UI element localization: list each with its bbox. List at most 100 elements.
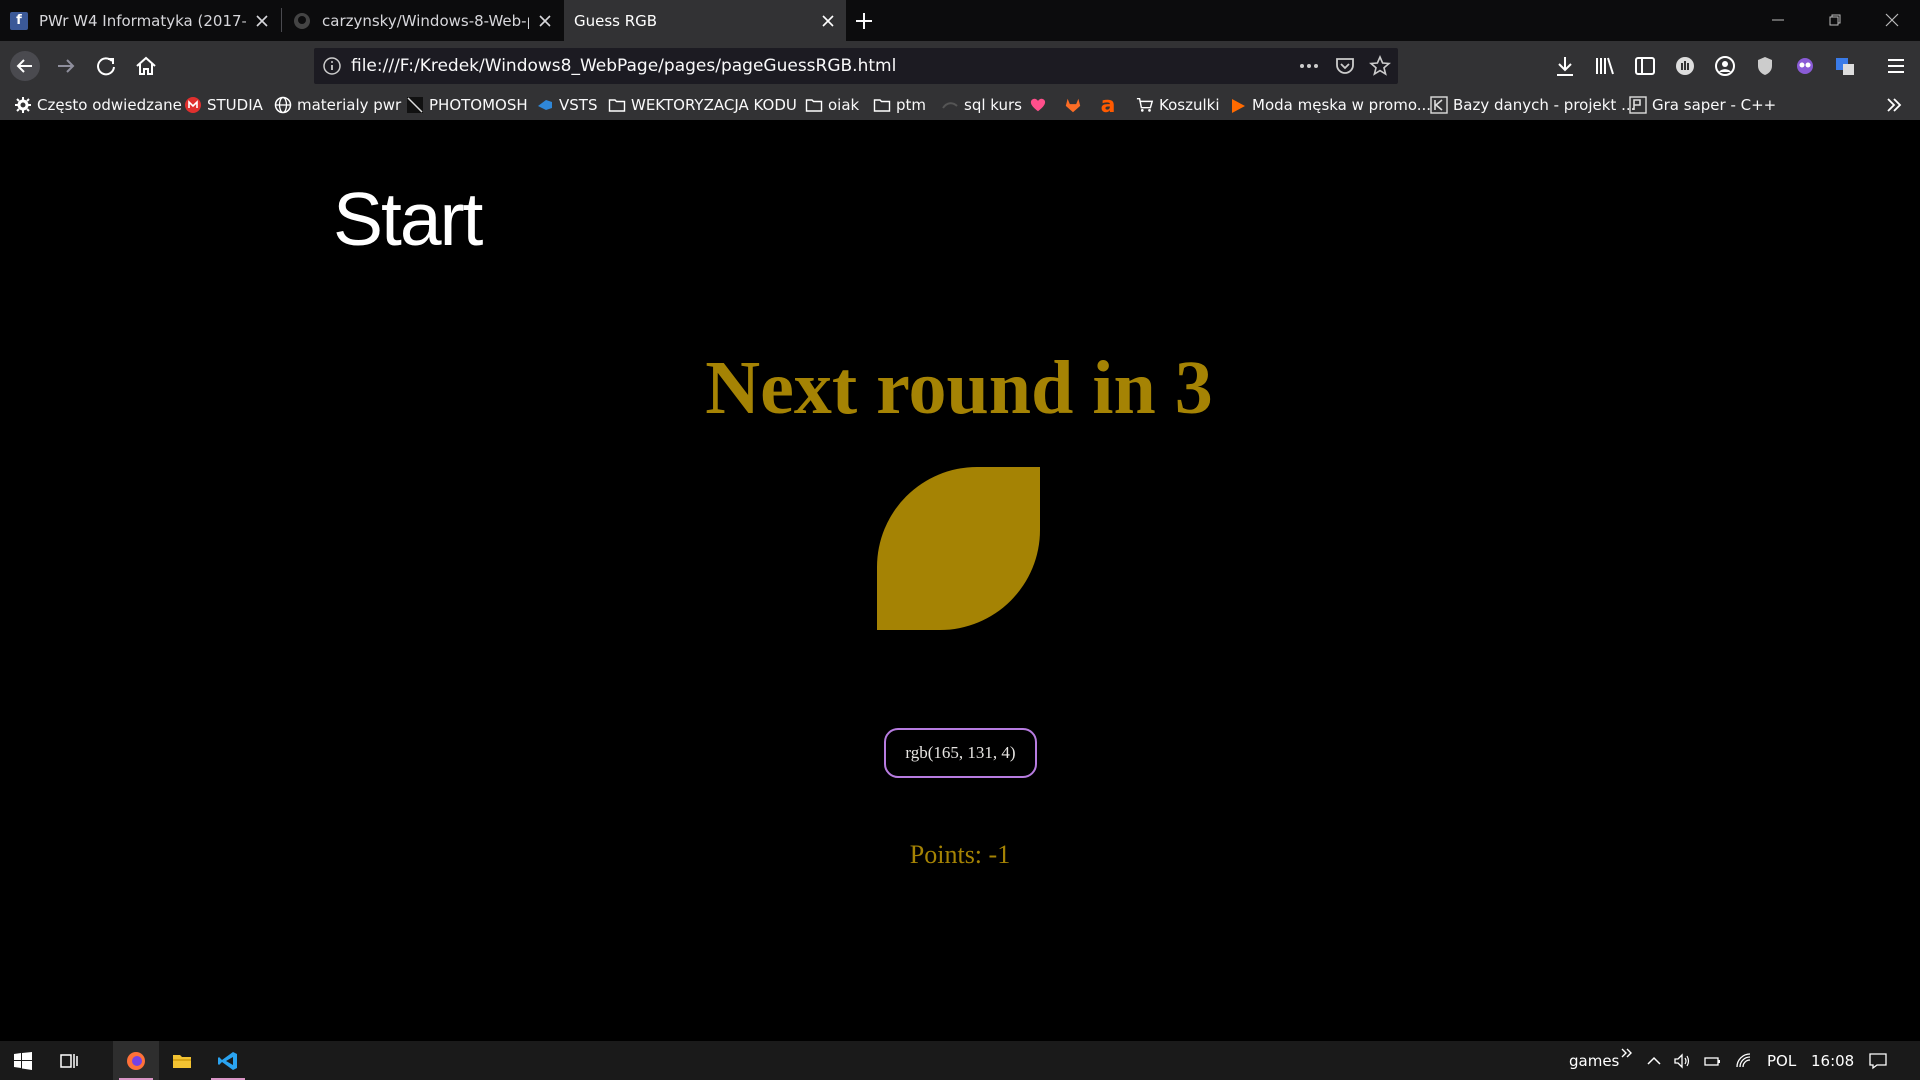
vsts-icon [536,96,554,114]
bookmark-label: WEKTORYZACJA KODU [631,96,797,114]
k-icon [1430,96,1448,114]
tab-separator [281,8,282,32]
windows-taskbar: games POL 16:08 [0,1041,1920,1080]
info-icon[interactable] [321,55,343,77]
bookmark-item[interactable]: PHOTOMOSH [406,94,528,116]
bookmark-item[interactable]: Bazy danych - projekt ... [1430,94,1635,116]
sidebar-icon[interactable] [1631,52,1659,80]
globe-icon [274,96,292,114]
extension-icon[interactable] [1791,52,1819,80]
notifications-icon[interactable] [1868,1051,1888,1071]
close-tab-icon[interactable] [820,13,836,29]
battery-icon[interactable] [1702,1051,1722,1071]
library-icon[interactable] [1591,52,1619,80]
navigation-toolbar: file:///F:/Kredek/Windows8_WebPage/pages… [0,41,1920,90]
bookmark-label: Moda męska w promo... [1252,96,1432,114]
tab-facebook[interactable]: f PWr W4 Informatyka (2017–2021) [0,0,280,41]
new-tab-icon[interactable] [853,10,875,32]
minimize-icon[interactable] [1766,8,1790,32]
bookmark-label: Koszulki [1159,96,1220,114]
page-actions-icon[interactable] [1298,55,1320,77]
color-shape[interactable] [877,467,1040,630]
network-icon[interactable] [1734,1051,1754,1071]
vscode-icon[interactable] [205,1041,251,1080]
bookmark-label: materialy pwr [297,96,402,114]
shield-icon[interactable] [1751,52,1779,80]
bookmark-label: STUDIA [207,96,263,114]
gmail-icon [184,96,202,114]
pocket-icon[interactable] [1334,55,1356,77]
bookmark-label: ptm [896,96,927,114]
reload-icon[interactable] [92,52,120,80]
menu-icon[interactable] [1882,52,1910,80]
bookmark-item[interactable]: materialy pwr [274,94,401,116]
gitlab-icon [1064,96,1082,114]
folder-icon [608,96,626,114]
bookmark-label: Bazy danych - projekt ... [1453,96,1636,114]
chevron-up-icon[interactable] [1644,1051,1664,1071]
bookmark-label: sql kurs [964,96,1022,114]
translate-icon[interactable] [1831,52,1859,80]
allegro-icon: a [1100,92,1116,118]
bookmark-item[interactable]: ptm [873,94,926,116]
gear-icon [14,96,32,114]
next-round-heading: Next round in 3 [0,345,1920,432]
firefox-icon[interactable] [113,1041,159,1080]
bookmark-label: oiak [828,96,860,114]
bookmark-star-icon[interactable] [1369,55,1391,77]
language-indicator[interactable]: POL [1767,1052,1796,1070]
bookmark-item[interactable]: Koszulki [1136,94,1219,116]
close-tab-icon[interactable] [254,13,270,29]
account-icon[interactable] [1711,52,1739,80]
bookmark-item[interactable]: Gra saper - C++ [1629,94,1776,116]
next-round-text: Next round in 3 [705,346,1213,430]
adblock-icon[interactable] [1671,52,1699,80]
bookmark-item[interactable]: VSTS [536,94,597,116]
window-close-icon[interactable] [1880,8,1904,32]
home-icon[interactable] [132,52,160,80]
bookmark-item[interactable]: a [1099,92,1122,118]
bookmark-item[interactable] [1029,94,1052,116]
address-bar[interactable]: file:///F:/Kredek/Windows8_WebPage/pages… [314,48,1398,84]
bookmark-label: Gra saper - C++ [1652,96,1777,114]
tab-title: Guess RGB [574,11,658,30]
tab-title: carzynsky/Windows-8-Web-page [322,11,529,30]
folder-icon [873,96,891,114]
restore-icon[interactable] [1823,8,1847,32]
bookmark-item[interactable]: WEKTORYZACJA KODU [608,94,797,116]
tab-strip: f PWr W4 Informatyka (2017–2021) carzyns… [0,0,1920,41]
p-icon [1629,96,1647,114]
toolbar-expand-icon[interactable] [1620,1047,1634,1061]
rgb-answer-button[interactable]: rgb(165, 131, 4) [884,728,1037,778]
bookmark-item[interactable] [1064,94,1087,116]
forward-icon[interactable] [52,52,80,80]
photomosh-icon [406,96,424,114]
heart-icon [1029,96,1047,114]
chevron-right-double-icon[interactable] [1884,95,1904,115]
bookmark-item[interactable]: sql kurs [941,94,1022,116]
windows-start-icon[interactable] [0,1041,46,1080]
bookmark-label: Często odwiedzane [37,96,182,114]
bookmark-item[interactable]: Często odwiedzane [14,94,182,116]
sql-icon [941,96,959,114]
task-view-icon[interactable] [46,1041,92,1080]
bookmark-item[interactable]: oiak [805,94,859,116]
volume-icon[interactable] [1672,1051,1692,1071]
flame-icon [1229,96,1247,114]
tab-github[interactable]: carzynsky/Windows-8-Web-page [283,0,563,41]
toolbar-label[interactable]: games [1569,1052,1619,1070]
tab-guess-rgb[interactable]: Guess RGB [564,0,846,41]
start-title[interactable]: Start [333,176,483,262]
downloads-icon[interactable] [1551,52,1579,80]
bookmark-item[interactable]: STUDIA [184,94,263,116]
facebook-icon: f [10,11,28,30]
file-explorer-icon[interactable] [159,1041,205,1080]
back-icon[interactable] [10,51,40,81]
cart-icon [1136,96,1154,114]
points-display: Points: -1 [909,840,1011,869]
clock[interactable]: 16:08 [1811,1052,1854,1070]
bookmark-item[interactable]: Moda męska w promo... [1229,94,1431,116]
close-tab-icon[interactable] [537,13,553,29]
bookmark-label: PHOTOMOSH [429,96,528,114]
url-text[interactable]: file:///F:/Kredek/Windows8_WebPage/pages… [351,56,896,76]
